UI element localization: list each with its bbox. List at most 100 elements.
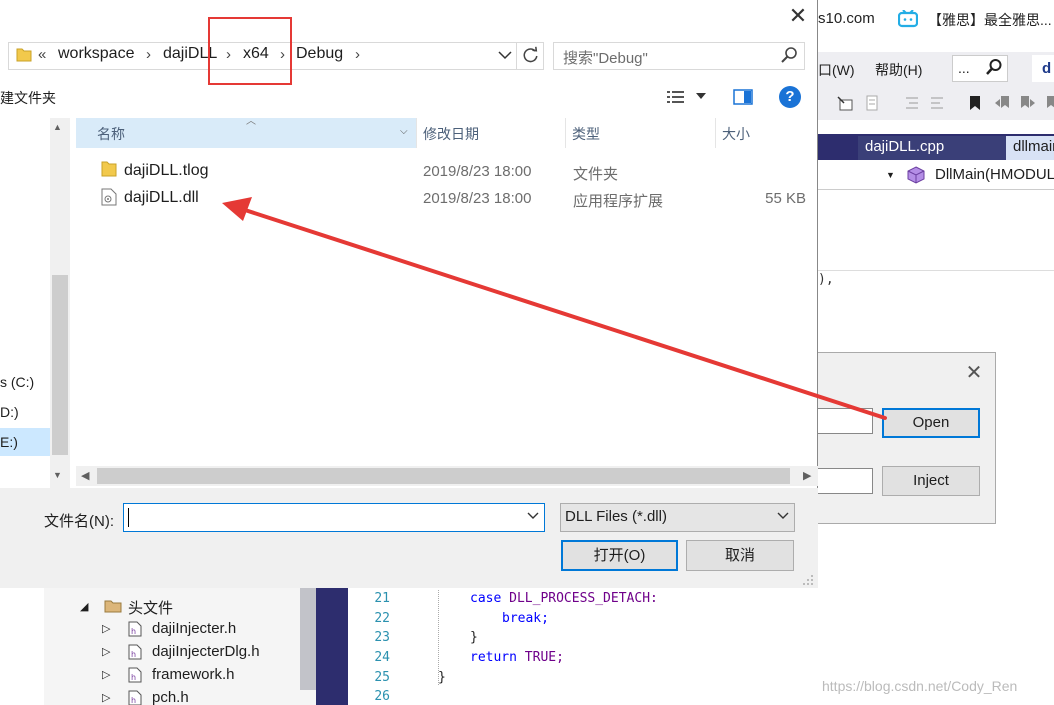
nav-function-name[interactable]: DllMain(HMODULE [935,166,1054,183]
column-header-size[interactable]: 大小 [722,124,750,144]
sort-up-icon: ︿ [246,116,256,127]
tree-item-dajiinjecterdlg-h[interactable]: dajiInjecterDlg.h [152,643,260,660]
menu-window[interactable]: 口(W) [818,60,855,80]
tree-item-pch-h[interactable]: pch.h [152,689,189,705]
dll-path-input[interactable] [818,408,873,434]
chevron-down-icon[interactable]: ▼ [886,170,895,180]
file-name[interactable]: dajiDLL.dll [124,189,199,207]
column-divider[interactable] [565,118,566,148]
filename-label: 文件名(N): [44,513,114,530]
preview-pane-icon[interactable] [733,88,753,106]
browser-tab-title[interactable]: 【雅思】最全雅思... [928,10,1052,30]
menu-help[interactable]: 帮助(H) [875,60,922,80]
file-type: 文件夹 [573,166,619,183]
nav-drive-e[interactable]: E:) [0,434,18,450]
scroll-down-icon[interactable]: ▼ [53,470,62,480]
bookmark-toggle-icon[interactable] [836,94,854,112]
breadcrumb-separator[interactable]: › [146,46,151,63]
tree-item-dajiinjecter-h[interactable]: dajiInjecter.h [152,620,236,637]
chevron-down-icon[interactable] [696,92,706,100]
function-cube-icon [907,166,925,184]
code-line-23: } [470,630,478,645]
svg-text:h: h [131,696,136,705]
tree-item-framework-h[interactable]: framework.h [152,666,235,683]
indent-icon[interactable] [928,94,946,112]
watermark: https://blog.csdn.net/Cody_Ren [822,678,1018,694]
column-header-type[interactable]: 类型 [572,124,600,144]
tab-dajidll-cpp[interactable]: dajiDLL.cpp [858,136,1006,160]
editor-text-fragment: ), [818,272,834,287]
folder-icon [101,161,117,177]
file-name[interactable]: dajiDLL.tlog [124,162,209,180]
scroll-up-icon[interactable]: ▲ [53,122,62,132]
file-date: 2019/8/23 18:00 [423,190,532,207]
scroll-right-icon[interactable]: ▶ [803,469,811,482]
indent-guide [438,590,439,685]
expand-arrow-icon[interactable]: ▷ [102,645,110,658]
line-number: 21 [374,591,390,606]
clear-bookmarks-icon[interactable] [1044,94,1054,112]
filetype-value: DLL Files (*.dll) [565,508,667,525]
code-line-22: break; [502,611,549,626]
nav-drive-d[interactable]: D:) [0,404,19,420]
close-icon[interactable]: ✕ [962,360,986,384]
close-icon[interactable]: ✕ [784,3,812,31]
folder-icon [16,48,32,62]
line-number: 26 [374,689,390,704]
cancel-button[interactable]: 取消 [686,540,794,571]
process-input[interactable] [818,468,873,494]
open-button[interactable]: Open [882,408,980,438]
line-number: 25 [374,670,390,685]
bookmark-icon[interactable] [966,94,984,112]
dll-file-icon [101,188,117,206]
vs-left-margin [0,588,44,705]
annotation-highlight-box [208,17,292,85]
vs-panel-divider [316,588,348,705]
column-header-date[interactable]: 修改日期 [423,124,479,144]
refresh-icon[interactable] [516,42,544,70]
chevron-down-icon[interactable] [496,48,514,62]
breadcrumb-separator[interactable]: › [355,46,360,63]
resize-grip-icon[interactable] [800,572,814,586]
prev-bookmark-icon[interactable] [994,94,1012,112]
line-number: 22 [374,611,390,626]
next-bookmark-icon[interactable] [1018,94,1036,112]
tree-item-headers[interactable]: 头文件 [128,597,173,618]
column-divider[interactable] [715,118,716,148]
header-file-icon: h [128,644,142,660]
expand-arrow-icon[interactable]: ▷ [102,691,110,704]
expand-arrow-icon[interactable]: ▷ [102,622,110,635]
outdent-icon[interactable] [903,94,921,112]
line-number: 23 [374,630,390,645]
scroll-left-icon[interactable]: ◀ [81,469,89,482]
file-type: 应用程序扩展 [573,193,664,210]
nav-drive-c[interactable]: s (C:) [0,374,34,390]
solution-scrollbar-track[interactable] [300,588,316,690]
search-icon[interactable] [985,58,1003,76]
new-folder-button[interactable]: 建文件夹 [0,88,56,108]
chevron-down-icon[interactable] [527,512,539,520]
breadcrumb-workspace[interactable]: workspace [58,45,134,63]
open-file-button[interactable]: 打开(O) [561,540,678,571]
horizontal-scrollbar-thumb[interactable] [97,468,790,484]
comment-block-icon[interactable] [862,94,880,112]
code-line-21: case DLL_PROCESS_DETACH: [470,591,658,606]
nav-scrollbar-thumb[interactable] [52,275,68,455]
view-details-icon[interactable] [666,89,686,105]
search-icon[interactable] [780,46,798,64]
search-placeholder: 搜索"Debug" [563,50,648,67]
filename-input[interactable] [123,503,545,532]
column-header-name[interactable]: 名称 [97,124,125,144]
help-icon[interactable]: ? [779,86,801,108]
header-file-icon: h [128,621,142,637]
tab-dllmain[interactable]: dllmain [1006,136,1054,160]
file-date: 2019/8/23 18:00 [423,163,532,180]
collapse-arrow-icon[interactable]: ◢ [80,600,88,613]
chevron-down-icon[interactable] [777,512,789,520]
breadcrumb-debug[interactable]: Debug [296,45,343,63]
column-divider[interactable] [416,118,417,148]
expand-arrow-icon[interactable]: ▷ [102,668,110,681]
inject-button[interactable]: Inject [882,466,980,496]
chevron-down-icon[interactable]: ⌵ [400,126,408,137]
breadcrumb-overflow[interactable]: « [38,46,46,63]
